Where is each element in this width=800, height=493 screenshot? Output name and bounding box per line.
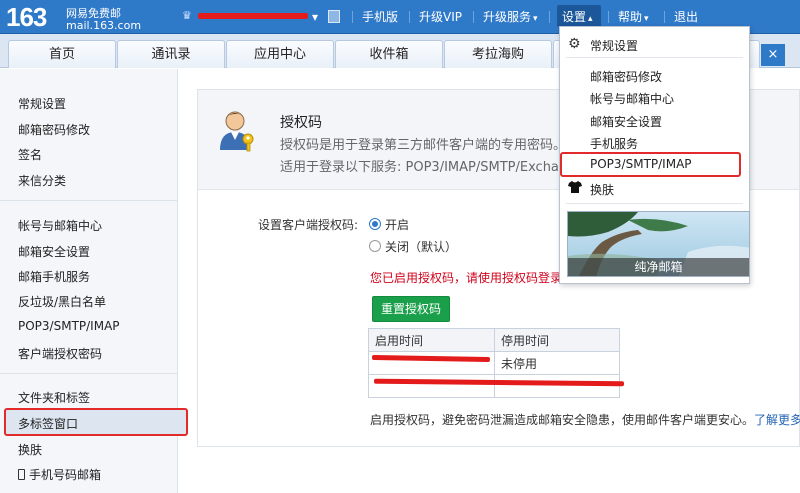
menu-item-account-center[interactable]: 帐号与邮箱中心 xyxy=(590,90,674,107)
page-description-services: 适用于登录以下服务: POP3/IMAP/SMTP/Exchan xyxy=(280,160,568,175)
tab-home[interactable]: 首页 xyxy=(8,40,116,68)
tab-inbox[interactable]: 收件箱 xyxy=(335,40,443,68)
sidebar-item-account-center[interactable]: 帐号与邮箱中心 xyxy=(18,217,102,234)
learn-more-link[interactable]: 了解更多>> xyxy=(754,413,800,427)
settings-label: 设置 xyxy=(562,10,587,24)
sidebar-item-password[interactable]: 邮箱密码修改 xyxy=(18,121,90,138)
theme-caption: 纯净邮箱 xyxy=(568,258,749,276)
divider xyxy=(409,11,410,23)
menu-item-skin[interactable]: 换肤 xyxy=(590,181,614,198)
radio-disable-label[interactable]: 关闭（默认） xyxy=(385,238,457,255)
sidebar-item-phone-mail[interactable]: 手机号码邮箱 xyxy=(18,466,101,483)
upgrade-service-label: 升级服务 xyxy=(483,10,532,24)
upgrade-service-menu[interactable]: 升级服务 ▾ xyxy=(483,0,538,34)
divider xyxy=(473,11,474,23)
menu-item-general[interactable]: 常规设置 xyxy=(590,37,638,54)
tab-app-center[interactable]: 应用中心 xyxy=(226,40,334,68)
divider xyxy=(352,11,353,23)
mobile-link[interactable]: 手机版 xyxy=(362,0,398,34)
menu-item-password[interactable]: 邮箱密码修改 xyxy=(590,68,662,85)
settings-sidebar: 常规设置 邮箱密码修改 签名 来信分类 帐号与邮箱中心 邮箱安全设置 邮箱手机服… xyxy=(0,69,188,493)
page-title: 授权码 xyxy=(280,115,322,131)
menu-item-pop3[interactable]: POP3/SMTP/IMAP xyxy=(590,157,692,171)
divider xyxy=(664,11,665,23)
sidebar-item-antispam[interactable]: 反垃圾/黑白名单 xyxy=(18,293,106,310)
sidebar-item-client-auth[interactable]: 客户端授权密码 xyxy=(18,345,102,362)
sidebar-item-label: 手机号码邮箱 xyxy=(29,468,102,482)
account-chevron-icon[interactable]: ▾ xyxy=(312,0,318,34)
chevron-down-icon: ▾ xyxy=(644,14,649,24)
auth-history-table: 启用时间 停用时间 未停用 xyxy=(368,328,620,398)
radio-disable[interactable] xyxy=(369,240,381,252)
theme-preview[interactable]: 纯净邮箱 xyxy=(567,211,750,277)
divider xyxy=(566,57,743,58)
logo-number: 163 xyxy=(6,2,47,32)
crown-icon: ♛ xyxy=(182,9,192,22)
qrcode-icon[interactable] xyxy=(328,10,340,23)
divider xyxy=(549,11,550,23)
sidebar-item-folders[interactable]: 文件夹和标签 xyxy=(18,389,90,406)
radio-enable-label[interactable]: 开启 xyxy=(385,216,409,233)
enabled-notice: 您已启用授权码，请使用授权码登录第三 xyxy=(370,271,587,285)
user-key-icon xyxy=(220,111,254,152)
logo-url: mail.163.com xyxy=(66,19,142,32)
sidebar-item-mobile-service[interactable]: 邮箱手机服务 xyxy=(18,268,90,285)
gear-icon: ⚙ xyxy=(568,36,581,52)
help-label: 帮助 xyxy=(618,10,643,24)
sidebar-item-skin[interactable]: 换肤 xyxy=(18,441,42,458)
tab-contacts[interactable]: 通讯录 xyxy=(117,40,225,68)
table-header-row: 启用时间 停用时间 xyxy=(368,328,620,352)
divider xyxy=(608,11,609,23)
reset-auth-code-button[interactable]: 重置授权码 xyxy=(372,296,450,322)
footer-note: 启用授权码，避免密码泄漏造成邮箱安全隐患，使用邮件客户端更安心。了解更多>> xyxy=(370,411,800,428)
radio-enable[interactable] xyxy=(369,218,381,230)
menu-item-security[interactable]: 邮箱安全设置 xyxy=(590,113,662,130)
page-description: 授权码是用于登录第三方邮件客户端的专用密码。 xyxy=(280,138,567,153)
divider xyxy=(0,373,177,374)
sidebar-item-pop3[interactable]: POP3/SMTP/IMAP xyxy=(18,319,120,333)
column-enabled-time: 启用时间 xyxy=(368,328,495,352)
sidebar-item-general[interactable]: 常规设置 xyxy=(18,95,66,112)
sidebar-item-security[interactable]: 邮箱安全设置 xyxy=(18,243,90,260)
shirt-icon xyxy=(568,181,582,193)
phone-icon xyxy=(18,469,25,480)
sidebar-item-filters[interactable]: 来信分类 xyxy=(18,172,66,189)
tab-close-icon[interactable]: × xyxy=(761,44,785,66)
tab-kaola[interactable]: 考拉海购 xyxy=(444,40,552,68)
sidebar-item-multitab[interactable]: 多标签窗口 xyxy=(18,415,78,432)
divider xyxy=(566,203,743,204)
column-disabled-time: 停用时间 xyxy=(494,328,620,352)
logo[interactable]: 163 网易免费邮 mail.163.com xyxy=(6,2,141,32)
upgrade-vip-link[interactable]: 升级VIP xyxy=(419,0,462,34)
auth-setting-label: 设置客户端授权码: xyxy=(258,218,359,232)
chevron-down-icon: ▾ xyxy=(533,14,538,24)
cell-disabled-time: 未停用 xyxy=(494,351,620,375)
redacted-username[interactable] xyxy=(198,13,308,19)
footer-text: 启用授权码，避免密码泄漏造成邮箱安全隐患，使用邮件客户端更安心。 xyxy=(370,413,755,427)
table-row xyxy=(368,374,620,398)
divider xyxy=(0,200,177,201)
sidebar-item-signature[interactable]: 签名 xyxy=(18,146,42,163)
chevron-up-icon: ▴ xyxy=(588,14,593,24)
settings-dropdown: ⚙ 常规设置 邮箱密码修改 帐号与邮箱中心 邮箱安全设置 手机服务 POP3/S… xyxy=(559,26,750,284)
menu-item-mobile-service[interactable]: 手机服务 xyxy=(590,135,638,152)
